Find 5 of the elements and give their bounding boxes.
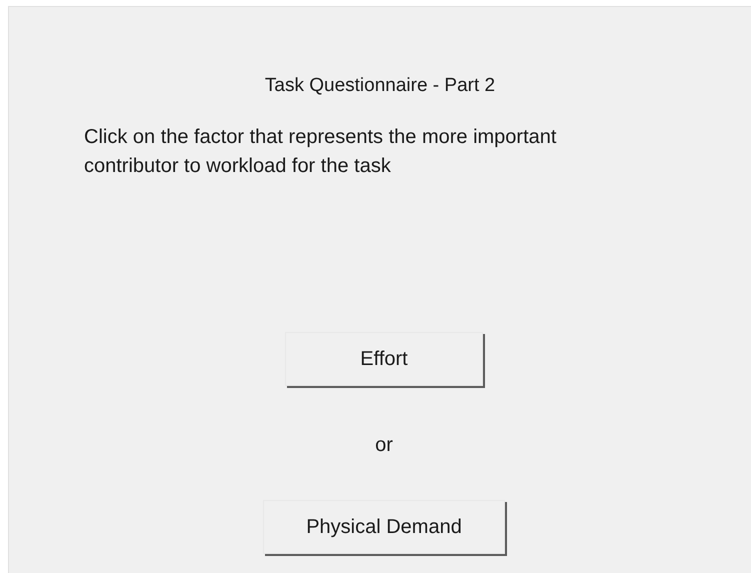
separator-text: or (375, 432, 393, 458)
instruction-text: Click on the factor that represents the more important contributor to workload for the task (84, 124, 558, 178)
option-button[interactable]: Physical Demand (263, 500, 505, 554)
questionnaire-title: Task Questionnaire - Part 2 (264, 74, 496, 98)
option-button[interactable]: Effort (285, 332, 483, 386)
